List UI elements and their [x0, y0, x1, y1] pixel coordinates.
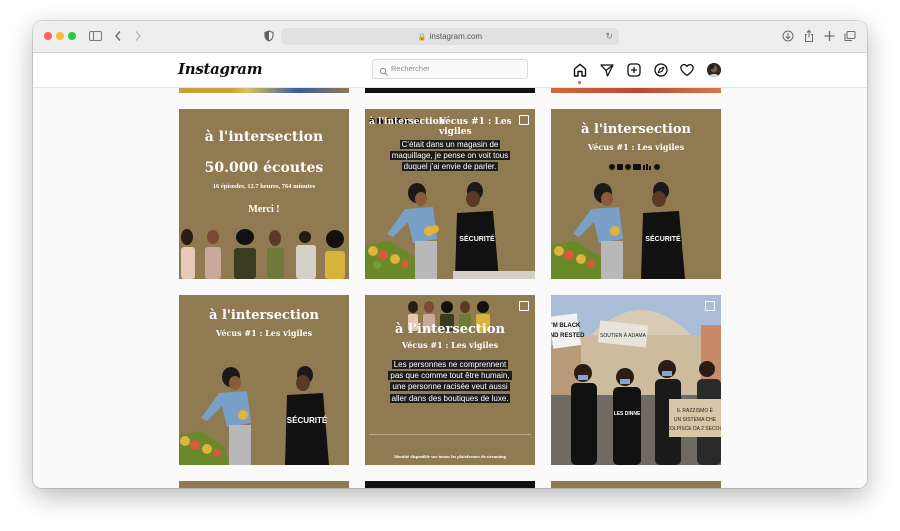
post-title: à l'intersection	[369, 117, 446, 127]
sidebar-icon[interactable]	[89, 28, 102, 44]
profile-post-grid: à l'intersection 50.000 écoutes 16 épiso…	[33, 88, 867, 488]
instagram-logo[interactable]: Instagram	[178, 57, 263, 81]
tabs-icon[interactable]	[844, 28, 856, 44]
shop-illustration: SÉCURITÉ	[179, 366, 329, 465]
shirt-label: SÉCURITÉ	[287, 416, 328, 425]
download-icon[interactable]	[782, 28, 794, 44]
search-icon	[379, 64, 389, 76]
lock-icon: 🔒	[417, 34, 427, 41]
post-thanks: Merci !	[248, 204, 280, 215]
post-subtitle: Vécus #1 : Les vigiles	[215, 328, 313, 338]
back-icon[interactable]	[113, 28, 123, 44]
grid-post[interactable]: à l'intersection Vécus #1 : Les vigiles …	[365, 295, 535, 465]
browser-window: 🔒 instagram.com ↻ Instagram Rechercher à…	[33, 21, 867, 488]
quote-line: C'était dans un magasin de	[399, 140, 501, 149]
quote-line: duquel j'ai envie de parler.	[401, 162, 499, 172]
home-active-dot	[578, 81, 581, 84]
grid-post-partial[interactable]	[179, 481, 349, 488]
explore-icon[interactable]	[653, 62, 669, 78]
direct-icon[interactable]	[599, 62, 615, 78]
people-illustration	[181, 229, 345, 279]
browser-toolbar: 🔒 instagram.com ↻	[33, 21, 867, 53]
grid-post-partial[interactable]	[551, 88, 721, 93]
forward-icon[interactable]	[133, 28, 143, 44]
post-title: à l'intersection	[204, 129, 324, 145]
divider	[369, 434, 531, 435]
grid-post[interactable]: I'M BLACK AND RESTED SOUTIEN À ADAMA LES…	[551, 295, 721, 465]
quote-caption: Les personnes ne comprennent pas que com…	[365, 359, 535, 404]
close-window-button[interactable]	[44, 32, 52, 40]
grid-post[interactable]: à l'intersection Vécus #1 : Les vigiles …	[365, 109, 535, 279]
post-details: 16 épisodes, 12.7 heures, 764 minutes	[212, 183, 316, 190]
url-text: instagram.com	[429, 32, 483, 41]
sign-top-text: SOUTIEN À ADAMA	[600, 332, 647, 339]
grid-post[interactable]: à l'intersection 50.000 écoutes 16 épiso…	[179, 109, 349, 279]
post-footer: Identité disponible sur toutes les plate…	[394, 454, 506, 459]
new-tab-icon[interactable]	[824, 28, 835, 44]
grid-post-partial[interactable]	[365, 88, 535, 93]
shirt-text: LES DINNE	[614, 411, 641, 417]
carousel-icon	[519, 115, 529, 125]
quote-line: aller dans des boutiques de luxe.	[389, 393, 511, 403]
shirt-label: SÉCURITÉ	[459, 234, 495, 243]
quote-caption: C'était dans un magasin de maquillage, j…	[365, 139, 535, 173]
avatar[interactable]	[707, 63, 721, 77]
address-bar[interactable]: 🔒 instagram.com ↻	[281, 28, 619, 45]
shop-illustration: SÉCURITÉ	[365, 182, 535, 279]
quote-line: Les personnes ne comprennent	[391, 360, 509, 369]
quote-line: maquillage, je pense on voit tous	[389, 151, 511, 161]
grid-post-partial[interactable]	[365, 481, 535, 488]
quote-line: pas que comme tout être humain,	[388, 371, 512, 381]
zoom-window-button[interactable]	[68, 32, 76, 40]
platform-logos	[609, 157, 666, 170]
sign-right-text: UN SISTEMA CHE	[674, 417, 717, 423]
post-subtitle: Vécus #1 : Les vigiles	[587, 142, 685, 152]
instagram-header: Instagram Rechercher	[33, 53, 867, 88]
sign-left-text: AND RESTED	[551, 333, 585, 339]
grid-post-partial[interactable]	[179, 88, 349, 93]
sign-right-text: IL RAZZISMO È	[677, 407, 714, 414]
search-input[interactable]: Rechercher	[372, 59, 528, 79]
home-icon[interactable]	[572, 62, 588, 78]
reload-icon[interactable]: ↻	[605, 28, 613, 45]
sign-right-text: COLPISCE DA 2 SECOLI	[666, 426, 721, 432]
post-title: à l'intersection	[395, 322, 505, 337]
new-post-icon[interactable]	[626, 62, 642, 78]
privacy-shield-icon[interactable]	[264, 28, 274, 44]
grid-post[interactable]: à l'intersection Vécus #1 : Les vigiles …	[551, 109, 721, 279]
search-placeholder: Rechercher	[391, 64, 430, 73]
protest-photo: I'M BLACK AND RESTED SOUTIEN À ADAMA LES…	[551, 295, 721, 465]
grid-post-partial[interactable]	[551, 481, 721, 488]
minimize-window-button[interactable]	[56, 32, 64, 40]
post-subtitle: Vécus #1 : Les vigiles	[401, 340, 499, 350]
post-stat: 50.000 écoutes	[204, 160, 324, 176]
carousel-icon	[519, 301, 529, 311]
sign-left-text: I'M BLACK	[551, 323, 581, 329]
heart-icon[interactable]	[679, 62, 695, 78]
post-title: à l'intersection	[209, 308, 319, 323]
carousel-icon	[705, 301, 715, 311]
shop-illustration: SÉCURITÉ	[551, 182, 685, 279]
grid-post[interactable]: à l'intersection Vécus #1 : Les vigiles …	[179, 295, 349, 465]
post-title: à l'intersection	[581, 122, 691, 137]
shirt-label: SÉCURITÉ	[645, 234, 681, 243]
quote-line: une personne racisée veut aussi	[390, 382, 510, 392]
share-icon[interactable]	[803, 28, 815, 44]
